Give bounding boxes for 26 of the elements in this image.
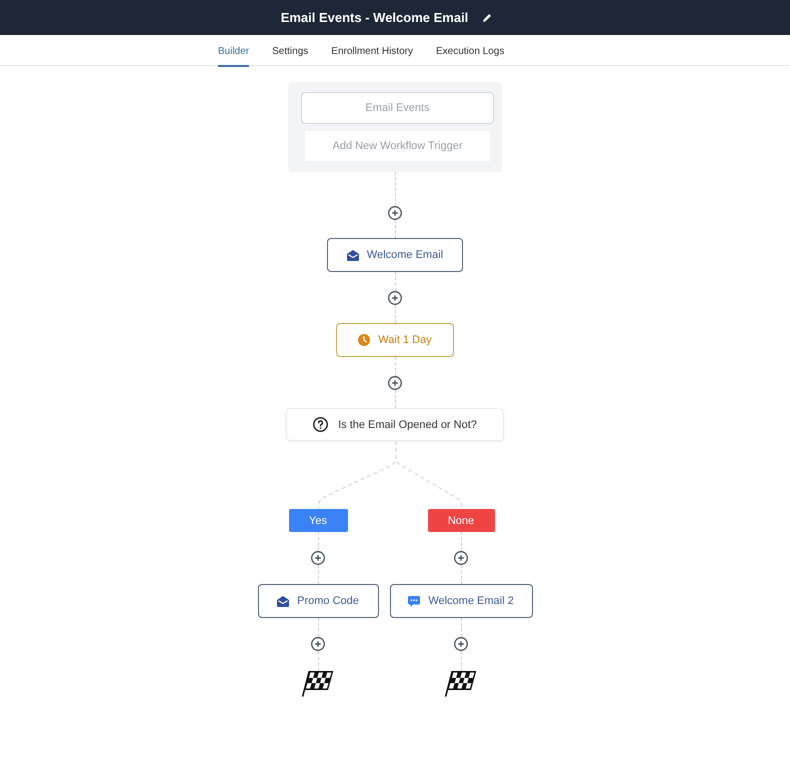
plus-circle-icon[interactable] bbox=[388, 376, 402, 390]
envelope-icon bbox=[277, 596, 290, 606]
tab[interactable]: Builder bbox=[218, 35, 250, 67]
tab[interactable]: Settings bbox=[272, 35, 308, 67]
clock-icon bbox=[358, 334, 370, 346]
question-circle-icon bbox=[313, 417, 328, 432]
envelope-icon bbox=[346, 250, 359, 260]
step-node[interactable]: Welcome Email 2 bbox=[390, 584, 532, 618]
branch-label[interactable]: Yes bbox=[288, 509, 348, 532]
step-node[interactable]: Welcome Email bbox=[326, 238, 464, 272]
window-title: Email Events - Welcome Email bbox=[280, 10, 468, 25]
plus-circle-icon[interactable] bbox=[311, 551, 325, 565]
plus-circle-icon[interactable] bbox=[454, 637, 468, 651]
chat-bubble-icon bbox=[408, 596, 420, 606]
tab[interactable]: Enrollment History bbox=[331, 35, 413, 67]
step-node[interactable]: Promo Code bbox=[258, 584, 378, 618]
branch-label[interactable]: None bbox=[428, 509, 494, 532]
checkered-flag-icon bbox=[445, 671, 477, 697]
plus-circle-icon[interactable] bbox=[311, 637, 325, 651]
step-node[interactable]: Is the Email Opened or Not? bbox=[286, 408, 504, 441]
checkered-flag-icon bbox=[302, 671, 334, 697]
plus-circle-icon[interactable] bbox=[388, 206, 402, 220]
plus-circle-icon[interactable] bbox=[388, 291, 402, 305]
plus-circle-icon[interactable] bbox=[454, 551, 468, 565]
pencil-icon[interactable] bbox=[483, 14, 492, 22]
tab[interactable]: Execution Logs bbox=[436, 35, 504, 67]
